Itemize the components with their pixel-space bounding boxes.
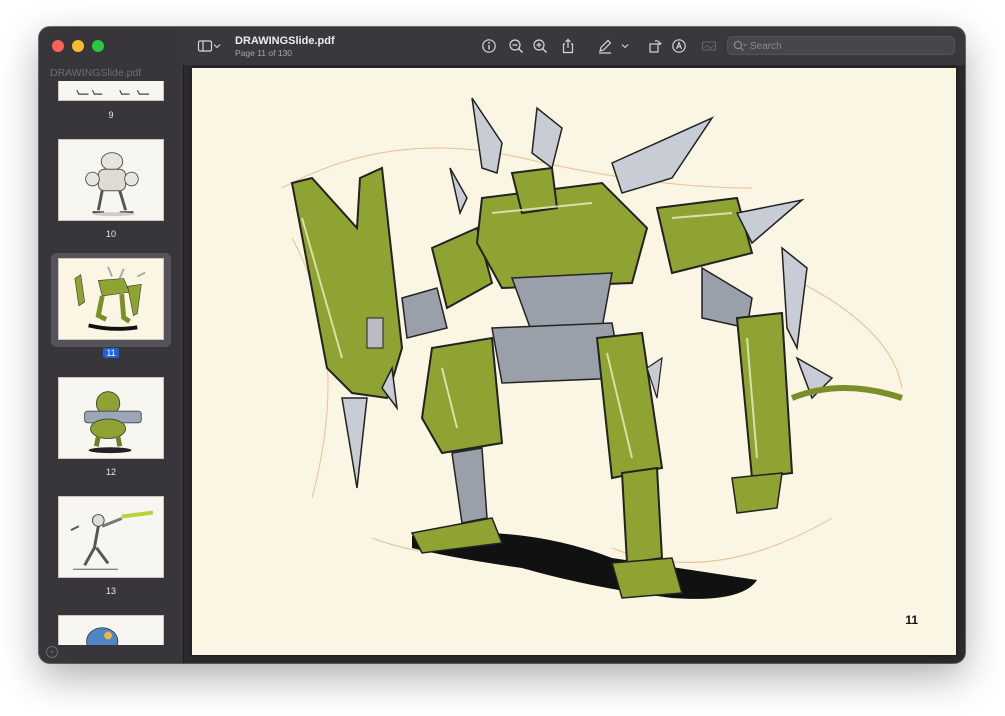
sidebar-title: DRAWINGSlide.pdf — [50, 67, 142, 79]
zoom-out-icon[interactable] — [506, 36, 526, 56]
thumbnail-page-11[interactable] — [58, 258, 164, 340]
document-title: DRAWINGSlide.pdf — [235, 35, 335, 47]
robot-illustration — [281, 97, 903, 599]
zoom-in-icon[interactable] — [530, 36, 550, 56]
preview-window: DRAWINGSlide.pdf 9 10 11 12 13 + DRAWING… — [39, 27, 965, 663]
document-view[interactable]: 11 — [184, 65, 965, 663]
info-icon[interactable] — [479, 36, 499, 56]
thumbnail-page-13[interactable] — [58, 496, 164, 578]
signature-icon — [699, 36, 719, 56]
share-icon[interactable] — [558, 36, 578, 56]
annotate-icon[interactable] — [669, 36, 689, 56]
thumbnail-label: 10 — [105, 229, 116, 239]
chevron-down-icon[interactable] — [619, 36, 631, 56]
thumbnail-label: 13 — [105, 586, 116, 596]
toolbar: DRAWINGSlide.pdf Page 11 of 130 — [183, 27, 965, 66]
thumbnail-page-12[interactable] — [58, 377, 164, 459]
page-indicator: Page 11 of 130 — [235, 48, 293, 58]
thumbnail-page-9[interactable] — [58, 81, 164, 101]
page-number: 11 — [905, 613, 918, 627]
markup-pen-icon[interactable] — [595, 36, 615, 56]
thumbnail-label: 9 — [108, 110, 114, 120]
chevron-down-icon[interactable] — [211, 36, 223, 56]
pdf-page: 11 — [192, 68, 956, 655]
thumbnail-page-10[interactable] — [58, 139, 164, 221]
minimize-button[interactable] — [72, 40, 84, 52]
thumbnail-label: 12 — [105, 467, 116, 477]
thumbnail-list[interactable]: 9 10 11 12 13 — [39, 81, 183, 645]
search-field[interactable] — [727, 36, 955, 55]
search-input[interactable] — [748, 38, 952, 55]
rotate-icon[interactable] — [645, 36, 665, 56]
add-page-icon[interactable]: + — [46, 646, 58, 658]
thumbnail-page-14[interactable] — [58, 615, 164, 645]
search-icon — [733, 40, 747, 51]
close-button[interactable] — [52, 40, 64, 52]
thumbnail-sidebar: DRAWINGSlide.pdf 9 10 11 12 13 + — [39, 27, 184, 663]
thumbnail-label-selected: 11 — [39, 348, 183, 358]
fullscreen-button[interactable] — [92, 40, 104, 52]
window-controls — [52, 40, 104, 52]
